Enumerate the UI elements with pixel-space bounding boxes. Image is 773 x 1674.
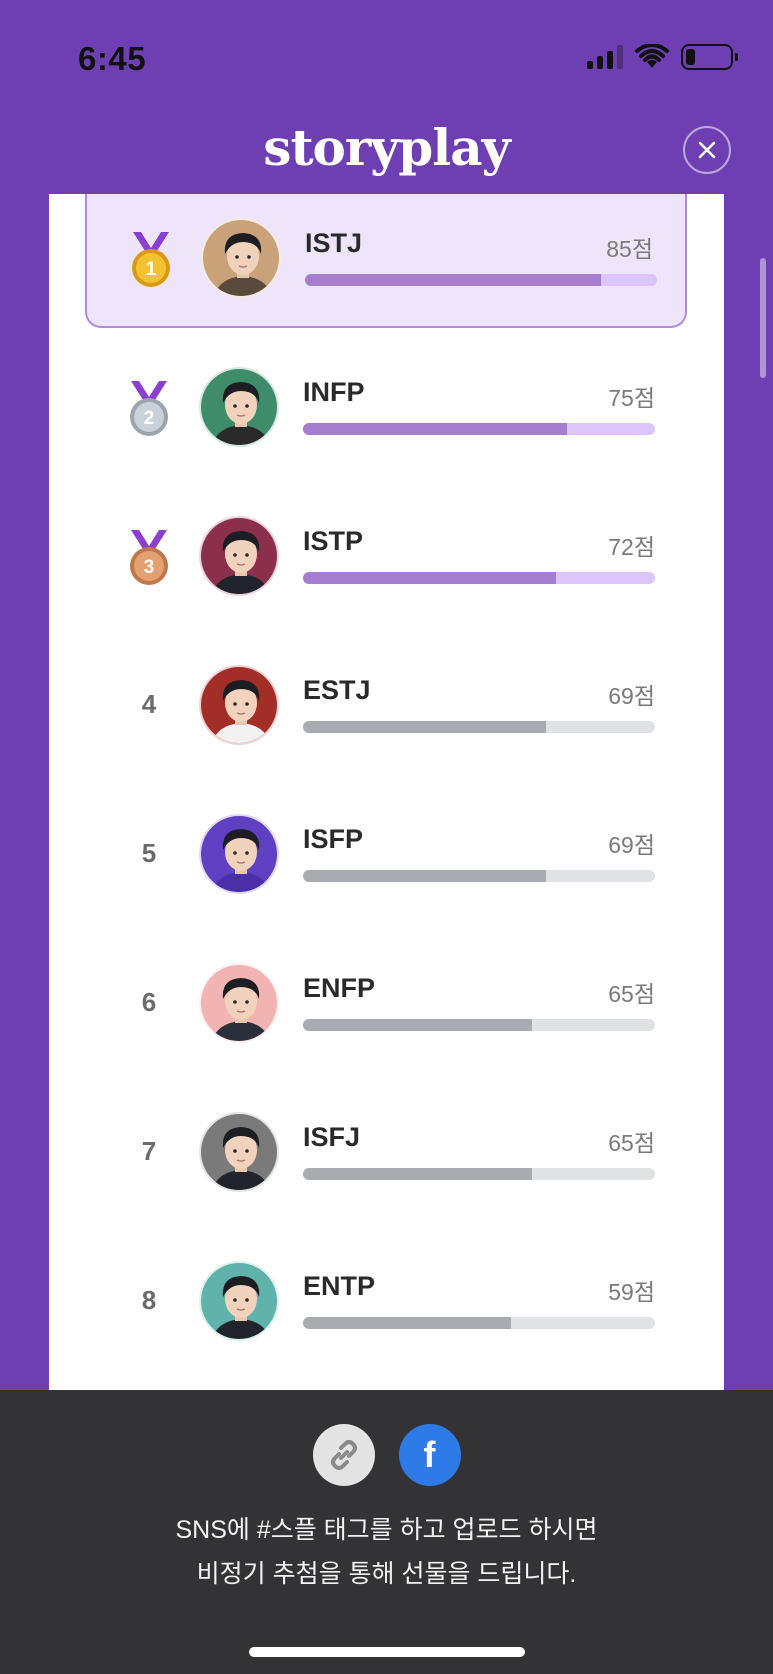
score-progress-bar bbox=[305, 274, 657, 286]
share-buttons: f bbox=[0, 1424, 773, 1486]
score-progress-bar bbox=[303, 423, 655, 435]
score-progress-fill bbox=[303, 1168, 532, 1180]
mbti-type-label: INFP bbox=[303, 377, 365, 407]
copy-link-button[interactable] bbox=[312, 1424, 375, 1486]
character-avatar bbox=[199, 665, 279, 745]
portrait-image bbox=[214, 233, 272, 296]
score-progress-bar bbox=[303, 870, 655, 882]
share-text-line-1: SNS에 #스플 태그를 하고 업로드 하시면 bbox=[175, 1516, 598, 1544]
status-icons bbox=[587, 44, 738, 70]
home-indicator[interactable] bbox=[249, 1647, 525, 1657]
battery-icon bbox=[681, 44, 738, 70]
score-progress-fill bbox=[303, 721, 546, 733]
ranking-row-isfp[interactable]: 5 ISFP 69점 bbox=[85, 786, 687, 924]
scrollbar-thumb[interactable] bbox=[760, 258, 766, 378]
ranking-row-estj[interactable]: 4 ESTJ 69점 bbox=[85, 637, 687, 775]
score-label: 85점 bbox=[606, 236, 653, 262]
cellular-signal-icon bbox=[587, 45, 623, 69]
score-progress-fill bbox=[303, 1317, 511, 1329]
score-progress-bar bbox=[303, 1168, 655, 1180]
storyplay-logo: storyplay bbox=[263, 118, 510, 177]
ranking-row-isfj[interactable]: 7 ISFJ 65점 bbox=[85, 1084, 687, 1222]
score-label: 69점 bbox=[608, 832, 655, 858]
character-avatar bbox=[199, 1261, 279, 1341]
share-instructions: SNS에 #스플 태그를 하고 업로드 하시면 비정기 추첨을 통해 선물을 드… bbox=[0, 1508, 773, 1596]
portrait-image bbox=[212, 978, 270, 1041]
status-bar: 6:45 bbox=[0, 0, 773, 110]
bronze-medal-icon: 3 bbox=[130, 530, 168, 585]
app-header: storyplay bbox=[0, 110, 773, 194]
score-label: 65점 bbox=[608, 981, 655, 1007]
score-label: 72점 bbox=[608, 534, 655, 560]
rank-number: 1 bbox=[146, 259, 157, 280]
rank-number: 8 bbox=[141, 1285, 157, 1315]
character-avatar bbox=[201, 218, 281, 298]
ranking-panel: 1 ISTJ 85점 2 INFP 75점 3 ISTP 72점 4 ESTJ … bbox=[49, 194, 724, 1390]
score-label: 65점 bbox=[608, 1130, 655, 1156]
character-avatar bbox=[199, 516, 279, 596]
status-time: 6:45 bbox=[78, 40, 147, 77]
score-progress-bar bbox=[303, 1019, 655, 1031]
close-button[interactable] bbox=[683, 126, 731, 174]
mbti-type-label: ISTJ bbox=[305, 228, 363, 258]
rank-number: 7 bbox=[141, 1136, 157, 1166]
mbti-type-label: ISFP bbox=[303, 824, 364, 854]
portrait-image bbox=[212, 1276, 270, 1339]
score-progress-bar bbox=[303, 721, 655, 733]
character-avatar bbox=[199, 814, 279, 894]
score-label: 59점 bbox=[608, 1279, 655, 1305]
ranking-row-enfp[interactable]: 6 ENFP 65점 bbox=[85, 935, 687, 1073]
mbti-type-label: ENTP bbox=[303, 1271, 376, 1301]
portrait-image bbox=[212, 531, 270, 594]
ranking-row-istj[interactable]: 1 ISTJ 85점 bbox=[85, 194, 687, 328]
facebook-share-button[interactable]: f bbox=[398, 1424, 461, 1486]
gold-medal-icon: 1 bbox=[132, 232, 170, 287]
silver-medal-icon: 2 bbox=[130, 381, 168, 436]
rank-number: 6 bbox=[141, 987, 157, 1017]
share-footer: f SNS에 #스플 태그를 하고 업로드 하시면 비정기 추첨을 통해 선물을… bbox=[0, 1390, 773, 1674]
score-progress-fill bbox=[303, 870, 546, 882]
score-progress-fill bbox=[305, 274, 601, 286]
link-icon bbox=[330, 1440, 357, 1470]
close-icon bbox=[698, 141, 716, 159]
facebook-icon: f bbox=[423, 1434, 436, 1475]
mbti-type-label: ESTJ bbox=[303, 675, 371, 705]
character-avatar bbox=[199, 367, 279, 447]
mbti-type-label: ISFJ bbox=[303, 1122, 361, 1152]
mbti-type-label: ENFP bbox=[303, 973, 376, 1003]
character-avatar bbox=[199, 1112, 279, 1192]
ranking-row-infp[interactable]: 2 INFP 75점 bbox=[85, 339, 687, 477]
rank-number: 5 bbox=[141, 838, 157, 868]
score-progress-bar bbox=[303, 572, 655, 584]
score-progress-fill bbox=[303, 423, 567, 435]
score-label: 69점 bbox=[608, 683, 655, 709]
score-progress-fill bbox=[303, 1019, 532, 1031]
score-progress-bar bbox=[303, 1317, 655, 1329]
portrait-image bbox=[212, 680, 270, 743]
wifi-icon bbox=[635, 44, 669, 68]
ranking-row-entp[interactable]: 8 ENTP 59점 bbox=[85, 1233, 687, 1371]
rank-number: 3 bbox=[144, 557, 155, 578]
rank-number: 2 bbox=[144, 408, 155, 429]
ranking-row-istp[interactable]: 3 ISTP 72점 bbox=[85, 488, 687, 626]
character-avatar bbox=[199, 963, 279, 1043]
mbti-type-label: ISTP bbox=[303, 526, 364, 556]
portrait-image bbox=[212, 382, 270, 445]
share-text-line-2: 비정기 추첨을 통해 선물을 드립니다. bbox=[196, 1560, 577, 1588]
portrait-image bbox=[212, 829, 270, 892]
portrait-image bbox=[212, 1127, 270, 1190]
rank-number: 4 bbox=[141, 689, 157, 719]
score-progress-fill bbox=[303, 572, 557, 584]
score-label: 75점 bbox=[608, 385, 655, 411]
